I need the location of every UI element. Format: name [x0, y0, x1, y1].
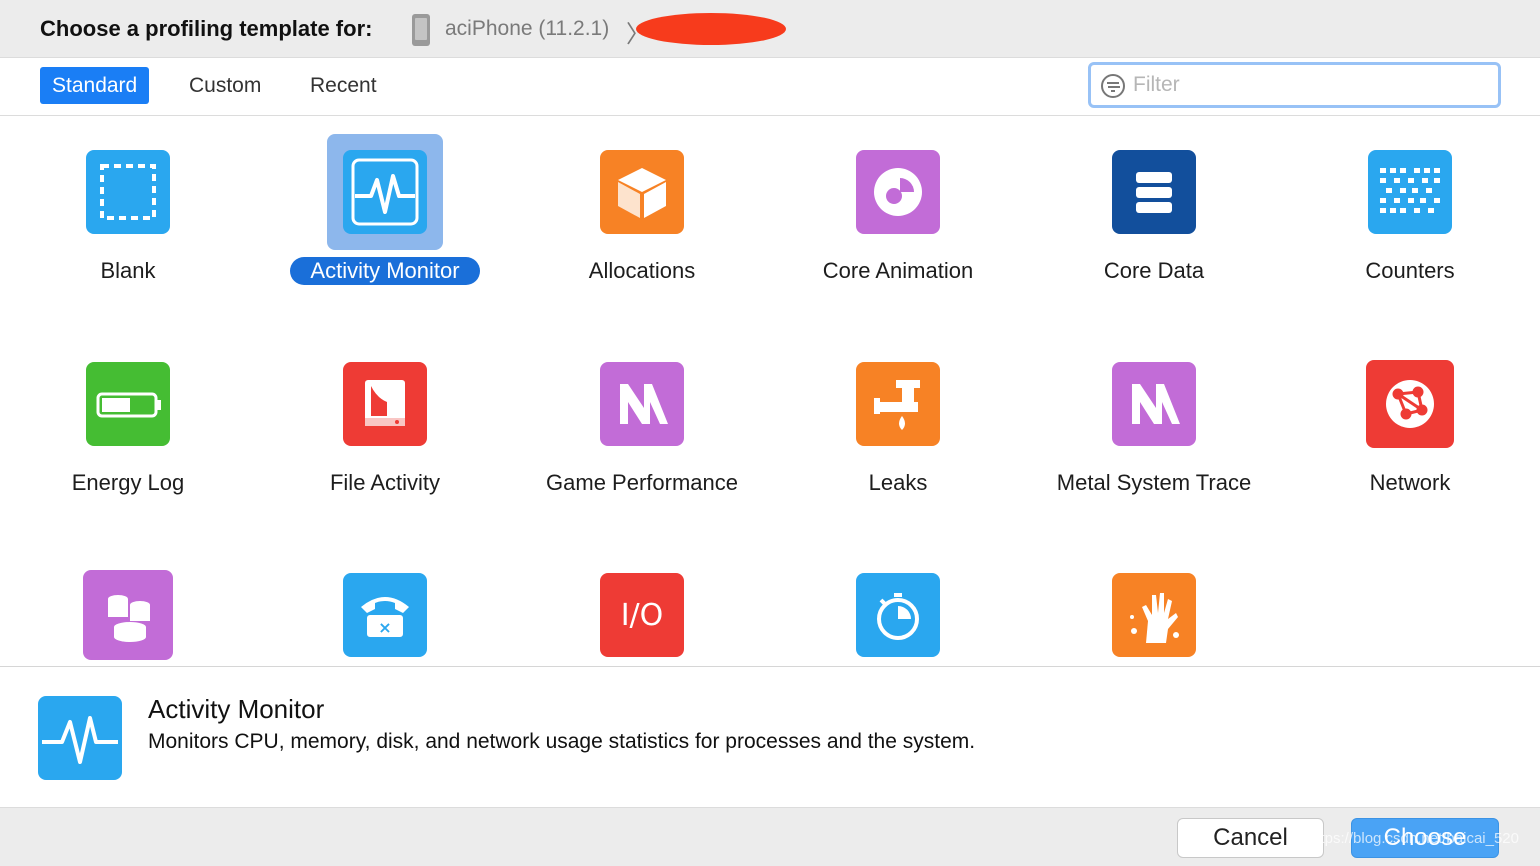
tile-icon-wrap: I/O — [584, 557, 700, 666]
filter-icon — [1101, 74, 1125, 98]
activity-monitor-icon — [38, 696, 122, 780]
tile-icon-wrap — [327, 134, 443, 250]
core-animation-icon — [856, 150, 940, 234]
metal-system-trace-icon — [1112, 362, 1196, 446]
template-label: Activity Monitor — [257, 256, 513, 286]
activity-monitor-icon — [343, 150, 427, 234]
template-label: Leaks — [868, 470, 928, 495]
target-device-name[interactable]: aciPhone (11.2.1) — [445, 17, 609, 41]
game-performance-icon — [600, 362, 684, 446]
core-data-icon — [1112, 150, 1196, 234]
network-icon — [1366, 360, 1454, 448]
allocations-icon — [600, 150, 684, 234]
template-label: Counters — [1365, 258, 1455, 283]
io-icon: I/O — [600, 573, 684, 657]
svg-text:×: × — [378, 618, 391, 637]
filter-input[interactable] — [1133, 69, 1483, 101]
tile-icon-wrap — [70, 134, 186, 250]
template-io[interactable]: I/O — [514, 557, 770, 666]
template-tabs-bar: Standard Custom Recent — [0, 58, 1540, 116]
io-glyph: I/O — [620, 597, 664, 633]
template-label: Allocations — [588, 258, 696, 283]
cancel-button[interactable]: Cancel — [1177, 818, 1324, 858]
tile-icon-wrap — [584, 346, 700, 462]
tile-icon-wrap — [840, 557, 956, 666]
template-blank[interactable]: Blank — [0, 134, 256, 334]
template-label: Energy Log — [71, 470, 185, 495]
template-energy-log[interactable]: Energy Log — [0, 346, 256, 546]
template-label: Network — [1369, 470, 1451, 495]
tile-icon-wrap — [70, 557, 186, 666]
template-activity-monitor[interactable]: Activity Monitor — [257, 134, 513, 334]
energy-log-icon — [86, 362, 170, 446]
template-label: Core Data — [1103, 258, 1205, 283]
tile-icon-wrap — [584, 134, 700, 250]
template-zombies[interactable] — [1026, 557, 1282, 666]
template-description-panel: Activity Monitor Monitors CPU, memory, d… — [0, 667, 1540, 808]
counters-icon — [1368, 150, 1452, 234]
tile-icon-wrap — [840, 134, 956, 250]
description-text: Monitors CPU, memory, disk, and network … — [148, 730, 976, 753]
file-activity-icon — [343, 362, 427, 446]
phone-icon: × — [343, 573, 427, 657]
template-leaks[interactable]: Leaks — [770, 346, 1026, 546]
leaks-icon — [856, 362, 940, 446]
template-counters[interactable]: Counters — [1282, 134, 1538, 334]
tile-icon-wrap — [1096, 557, 1212, 666]
template-label: Metal System Trace — [1056, 470, 1252, 495]
template-label: Core Animation — [822, 258, 974, 283]
sqlite-icon — [83, 570, 173, 660]
watermark-text: https://blog.csdn.net/baicai_520 — [1308, 830, 1519, 847]
tile-icon-wrap — [70, 346, 186, 462]
template-game-performance[interactable]: Game Performance — [514, 346, 770, 546]
template-grid[interactable]: Blank Activity Monitor Allocations Core … — [0, 116, 1540, 667]
template-system-trace[interactable]: × — [257, 557, 513, 666]
filter-field[interactable] — [1088, 62, 1501, 108]
template-network[interactable]: Network — [1282, 346, 1538, 546]
tile-icon-wrap — [840, 346, 956, 462]
dialog-header: Choose a profiling template for: aciPhon… — [0, 0, 1540, 58]
stopwatch-icon — [856, 573, 940, 657]
template-label: Blank — [100, 258, 156, 283]
tile-icon-wrap — [1096, 346, 1212, 462]
template-core-animation[interactable]: Core Animation — [770, 134, 1026, 334]
dialog-title: Choose a profiling template for: — [40, 16, 373, 41]
template-core-data[interactable]: Core Data — [1026, 134, 1282, 334]
template-metal-system-trace[interactable]: Metal System Trace — [1026, 346, 1282, 546]
redaction-mark — [636, 13, 786, 45]
description-title: Activity Monitor — [148, 694, 325, 724]
blank-icon — [86, 150, 170, 234]
zombie-hand-icon — [1112, 573, 1196, 657]
tile-icon-wrap: × — [327, 557, 443, 666]
tile-icon-wrap — [1352, 134, 1468, 250]
tab-custom[interactable]: Custom — [177, 67, 273, 104]
template-label: File Activity — [329, 470, 441, 495]
template-allocations[interactable]: Allocations — [514, 134, 770, 334]
tab-recent[interactable]: Recent — [298, 67, 389, 104]
iphone-icon — [412, 14, 430, 46]
tab-standard[interactable]: Standard — [40, 67, 150, 104]
tile-icon-wrap — [327, 346, 443, 462]
template-label: Game Performance — [546, 470, 738, 495]
template-time-profiler[interactable] — [770, 557, 1026, 666]
tile-icon-wrap — [1352, 346, 1468, 462]
template-file-activity[interactable]: File Activity — [257, 346, 513, 546]
tile-icon-wrap — [1096, 134, 1212, 250]
template-sqlite[interactable] — [0, 557, 256, 666]
